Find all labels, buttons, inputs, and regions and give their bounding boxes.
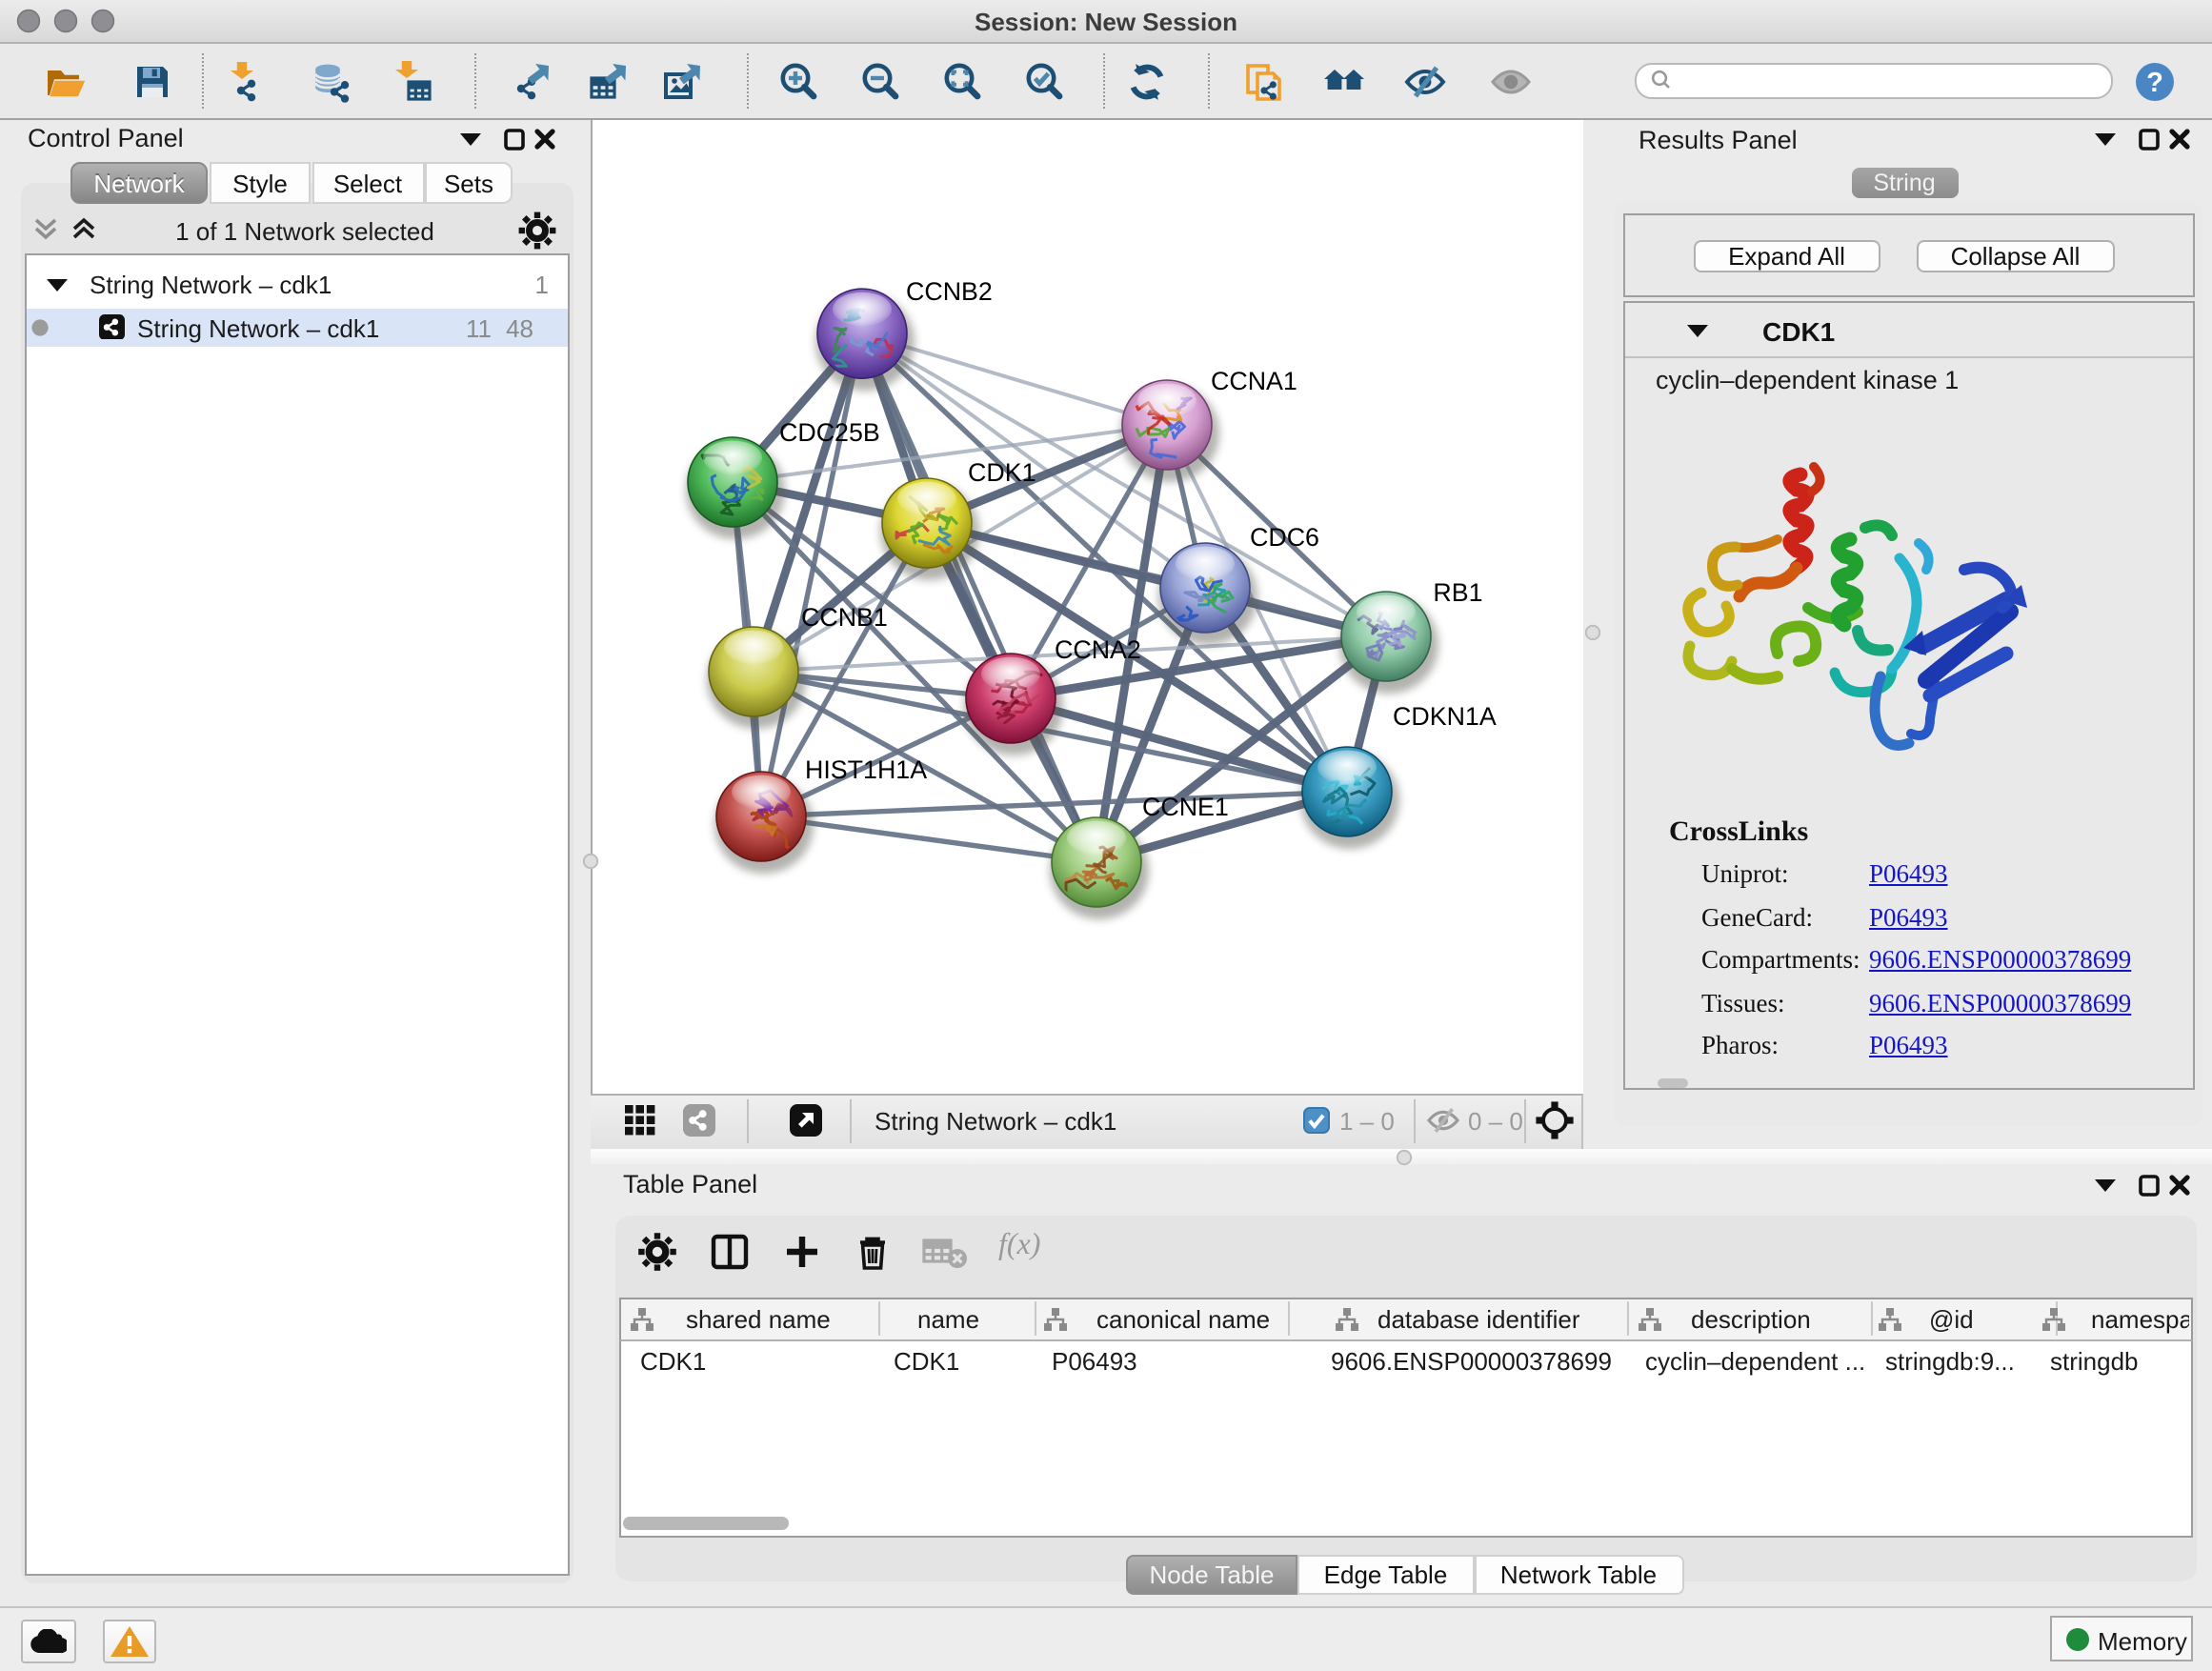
svg-text:CCNA1: CCNA1 bbox=[1210, 366, 1297, 394]
svg-text:CDK1: CDK1 bbox=[967, 457, 1035, 486]
svg-text:CCNB1: CCNB1 bbox=[800, 602, 887, 631]
svg-text:HIST1H1A: HIST1H1A bbox=[804, 755, 926, 783]
svg-text:?: ? bbox=[2146, 67, 2163, 97]
svg-text:CDC25B: CDC25B bbox=[778, 417, 879, 446]
svg-text:CDKN1A: CDKN1A bbox=[1392, 701, 1496, 730]
svg-text:CCNB2: CCNB2 bbox=[905, 276, 992, 305]
svg-text:RB1: RB1 bbox=[1432, 577, 1481, 606]
svg-text:CDC6: CDC6 bbox=[1249, 522, 1318, 551]
svg-text:CCNE1: CCNE1 bbox=[1141, 792, 1228, 820]
svg-text:CCNA2: CCNA2 bbox=[1054, 634, 1140, 663]
